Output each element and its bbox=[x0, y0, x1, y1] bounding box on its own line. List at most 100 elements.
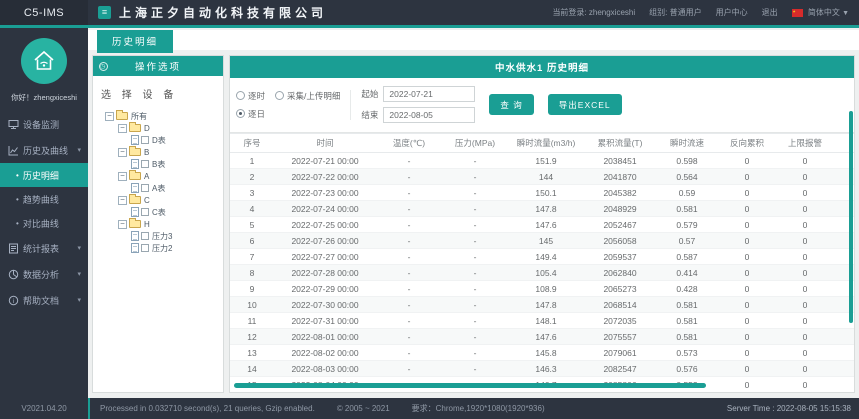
table-row: 9 2022-07-29 00:00- -108.9 2065273 0.428 0 0 bbox=[230, 280, 854, 297]
tree-collapse-icon[interactable]: − bbox=[118, 195, 127, 205]
sidebar-item-label: 历史及曲线 bbox=[23, 145, 69, 156]
home-wifi-icon bbox=[34, 50, 54, 70]
table-cell: 2022-08-01 00:00 bbox=[274, 328, 376, 345]
tree-checkbox[interactable] bbox=[141, 232, 149, 240]
sidebar-toggle-icon[interactable]: ≡ bbox=[98, 6, 111, 19]
sidebar-item-report[interactable]: 统计报表 ▾ bbox=[0, 235, 88, 261]
tree-checkbox[interactable] bbox=[141, 160, 149, 168]
table-cell: 0 bbox=[776, 328, 834, 345]
radio-hourly[interactable]: 逐时 bbox=[236, 90, 265, 102]
tree-node[interactable]: − A bbox=[105, 170, 215, 182]
device-tree: − 所有 − D D表 − B B表 − A A表 − C C表 − H 压力3 压力2 bbox=[101, 110, 215, 254]
table-cell: 0.598 bbox=[656, 152, 718, 169]
server-time: Server Time : 2022-08-05 15:15:38 bbox=[726, 404, 851, 413]
table-cell: 0.414 bbox=[656, 264, 718, 281]
end-date-input[interactable] bbox=[383, 107, 476, 123]
table-cell: 145.8 bbox=[508, 344, 584, 361]
tree-node[interactable]: D表 bbox=[105, 134, 215, 146]
browser-requirement: 要求：Chrome,1920*1080(1920*936) bbox=[411, 404, 545, 413]
tree-checkbox[interactable] bbox=[141, 184, 149, 192]
horizontal-scrollbar[interactable] bbox=[234, 383, 706, 388]
query-button[interactable]: 查 询 bbox=[489, 94, 534, 115]
avatar[interactable] bbox=[21, 38, 67, 84]
sidebar-item-monitor[interactable]: 设备监测 bbox=[0, 111, 88, 137]
logout-link[interactable]: 退出 bbox=[762, 7, 778, 18]
table-cell: 147.8 bbox=[508, 296, 584, 313]
table-cell: 108.9 bbox=[508, 280, 584, 297]
language-selector[interactable]: 简体中文 ▼ bbox=[791, 7, 849, 18]
sidebar-subitem[interactable]: • 历史明细 bbox=[0, 163, 88, 187]
tree-checkbox[interactable] bbox=[141, 208, 149, 216]
chevron-down-icon: ▾ bbox=[77, 297, 81, 304]
tree-collapse-icon[interactable]: − bbox=[118, 147, 127, 157]
table-cell: 0 bbox=[718, 312, 776, 329]
sidebar-subitem[interactable]: • 对比曲线 bbox=[0, 211, 88, 235]
table-cell: 0 bbox=[776, 152, 834, 169]
user-center-link[interactable]: 用户中心 bbox=[716, 7, 748, 18]
tree-collapse-icon[interactable]: − bbox=[118, 219, 127, 229]
table-cell: 4 bbox=[230, 200, 274, 217]
tree-collapse-icon[interactable]: − bbox=[118, 123, 127, 133]
table-cell: 2022-07-26 00:00 bbox=[274, 232, 376, 249]
tree-collapse-icon[interactable]: − bbox=[105, 111, 114, 121]
start-date-input[interactable] bbox=[383, 86, 476, 102]
tree-node[interactable]: − C bbox=[105, 194, 215, 206]
history-table-container: 序号 时间 温度(℃) 压力(MPa) 瞬时流量(m3/h) 累积流量(T) 瞬时流速 反向累… bbox=[230, 133, 854, 392]
table-cell: - bbox=[376, 328, 442, 345]
table-cell: - bbox=[376, 168, 442, 185]
sidebar-subitem[interactable]: • 趋势曲线 bbox=[0, 187, 88, 211]
end-date-label: 结束 bbox=[361, 110, 379, 120]
tree-node[interactable]: A表 bbox=[105, 182, 215, 194]
tree-node[interactable]: − B bbox=[105, 146, 215, 158]
table-cell: 0.587 bbox=[656, 248, 718, 265]
tree-collapse-icon[interactable]: − bbox=[118, 171, 127, 181]
tree-node-label: C bbox=[144, 195, 150, 205]
tree-node[interactable]: 压力2 bbox=[105, 242, 215, 254]
tree-checkbox[interactable] bbox=[141, 136, 149, 144]
greeting-text: 你好！zhengxiceshi bbox=[11, 93, 77, 102]
table-row: 1 2022-07-21 00:00- -151.9 2038451 0.598 0 0 bbox=[230, 152, 854, 169]
folder-icon bbox=[129, 218, 141, 228]
table-cell: - bbox=[442, 232, 508, 249]
table-cell: 9 bbox=[230, 280, 274, 297]
tree-node-label: D表 bbox=[152, 135, 166, 145]
export-excel-button[interactable]: 导出EXCEL bbox=[547, 94, 622, 115]
table-cell: 0 bbox=[776, 344, 834, 361]
table-cell: 2022-07-30 00:00 bbox=[274, 296, 376, 313]
table-cell: 147.6 bbox=[508, 216, 584, 233]
date-range-group: 起始 结束 bbox=[351, 86, 476, 123]
sidebar-item-chart[interactable]: 历史及曲线 ▾ bbox=[0, 137, 88, 163]
tree-node[interactable]: − D bbox=[105, 122, 215, 134]
tree-node[interactable]: − 所有 bbox=[105, 110, 215, 122]
table-cell: 2075557 bbox=[584, 328, 656, 345]
main-content: 历史明细 ◷ 操作选项 选 择 设 备 − 所有 − D D表 − B B表 − A A表 − C C表 −… bbox=[88, 28, 859, 398]
column-header: 反向累积 bbox=[718, 133, 776, 153]
table-cell: 2072035 bbox=[584, 312, 656, 329]
options-panel-body: 选 择 设 备 − 所有 − D D表 − B B表 − A A表 − C C表 − H 压力3 压力2 bbox=[93, 76, 223, 264]
tree-checkbox[interactable] bbox=[141, 244, 149, 252]
table-cell: 0 bbox=[776, 200, 834, 217]
vertical-scrollbar[interactable] bbox=[849, 111, 853, 323]
table-cell: 0 bbox=[718, 344, 776, 361]
tab-bar: 历史明细 bbox=[88, 30, 859, 53]
sidebar-item-help[interactable]: i 帮助文档 ▾ bbox=[0, 287, 88, 313]
table-cell: 10 bbox=[230, 296, 274, 313]
radio-collect-upload[interactable]: 采集/上传明细 bbox=[275, 90, 340, 102]
tree-node[interactable]: C表 bbox=[105, 206, 215, 218]
options-panel-title: 操作选项 bbox=[134, 62, 181, 73]
tree-node[interactable]: 压力3 bbox=[105, 230, 215, 242]
tab-history-detail[interactable]: 历史明细 bbox=[97, 30, 174, 53]
collapse-panel-icon[interactable]: ◷ bbox=[99, 61, 108, 71]
table-cell: 0 bbox=[776, 280, 834, 297]
tree-node[interactable]: − H bbox=[105, 218, 215, 230]
table-cell: 0 bbox=[776, 376, 834, 392]
table-cell: - bbox=[442, 216, 508, 233]
sidebar-subitem-label: 对比曲线 bbox=[22, 218, 59, 229]
tree-node[interactable]: B表 bbox=[105, 158, 215, 170]
table-cell: 14 bbox=[230, 360, 274, 377]
radio-daily[interactable]: 逐日 bbox=[236, 108, 265, 120]
table-cell: 0 bbox=[776, 168, 834, 185]
column-header: 序号 bbox=[230, 133, 274, 153]
sidebar-item-analysis[interactable]: 数据分析 ▾ bbox=[0, 261, 88, 287]
sidebar-subitem-label: 历史明细 bbox=[22, 170, 59, 181]
